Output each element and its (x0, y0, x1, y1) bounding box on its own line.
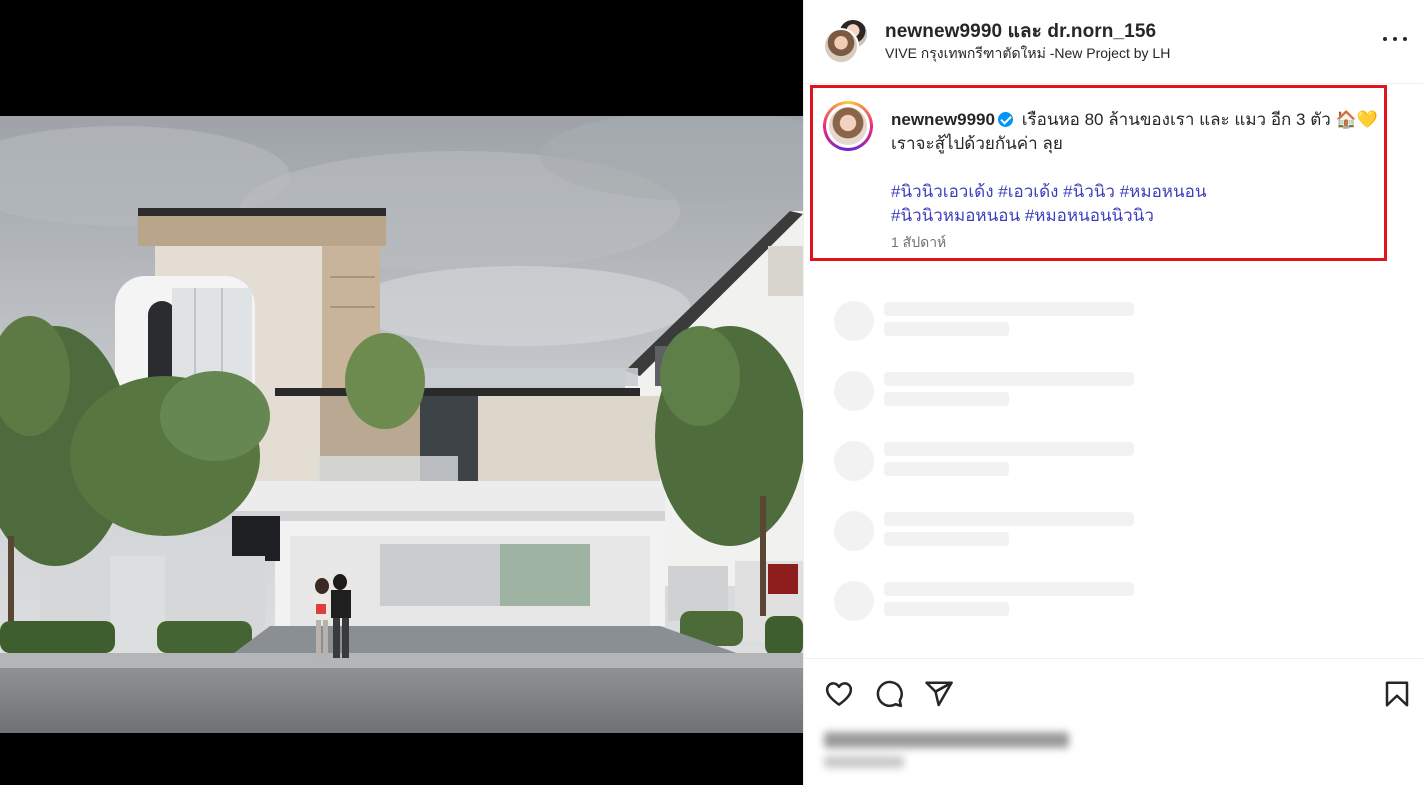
caption-highlight-box: newnew9990 เรือนหอ 80 ล้านของเรา และ แมว… (810, 85, 1387, 261)
post-sidebar: newnew9990 และ dr.norn_156 VIVE กรุงเทพก… (803, 0, 1423, 785)
caption-line-1: เรือนหอ 80 ล้านของเรา และ แมว อีก 3 ตัว (1021, 110, 1331, 129)
comment-icon (876, 680, 903, 708)
more-options-button[interactable] (1381, 24, 1409, 52)
skeleton-line (884, 442, 1134, 456)
skeleton-line (884, 322, 1009, 336)
skeleton-line (884, 372, 1134, 386)
bookmark-icon (1385, 681, 1409, 707)
skeleton-avatar (834, 441, 874, 481)
like-button[interactable] (824, 679, 854, 709)
author-link-two[interactable]: dr.norn_156 (1047, 21, 1156, 42)
hashtag-list: #นิวนิวเอวเด้ง #เอวเด้ง #นิวนิว #หมอหนอน… (891, 180, 1381, 228)
hashtag-link[interactable]: #หมอหนอน (1120, 182, 1207, 201)
share-button[interactable] (924, 679, 954, 709)
skeleton-avatar (834, 301, 874, 341)
skeleton-line (884, 582, 1134, 596)
hashtag-link[interactable]: #นิวนิว (1063, 182, 1115, 201)
hashtag-link[interactable]: #เอวเด้ง (998, 182, 1058, 201)
post-location[interactable]: VIVE กรุงเทพกรีฑาตัดใหม่ -New Project by… (885, 43, 1170, 65)
more-horizontal-icon (1383, 37, 1387, 41)
post-action-bar (804, 658, 1423, 728)
hashtag-link[interactable]: #นิวนิวเอวเด้ง (891, 182, 994, 201)
skeleton-line (884, 302, 1134, 316)
caption-username[interactable]: newnew9990 (891, 110, 995, 129)
heart-icon (825, 682, 853, 706)
hashtag-link[interactable]: #นิวนิวหมอหนอน (891, 206, 1020, 225)
skeleton-line (884, 532, 1009, 546)
skeleton-avatar (834, 581, 874, 621)
author-link-one[interactable]: newnew9990 (885, 21, 1002, 42)
more-dot (1393, 37, 1397, 41)
skeleton-avatar (834, 511, 874, 551)
post-header: newnew9990 และ dr.norn_156 VIVE กรุงเทพก… (804, 0, 1423, 84)
skeleton-line (884, 512, 1134, 526)
author-conjunction: และ (1007, 21, 1042, 42)
post-media[interactable] (0, 0, 803, 785)
save-button[interactable] (1382, 679, 1412, 709)
blurred-date-line (824, 756, 904, 768)
skeleton-line (884, 392, 1009, 406)
post-authors: newnew9990 และ dr.norn_156 (885, 16, 1156, 46)
collab-avatars[interactable] (823, 18, 869, 64)
likes-info-blurred (824, 728, 1124, 778)
hashtag-link[interactable]: #หมอหนอนนิวนิว (1025, 206, 1154, 225)
avatar-newnew[interactable] (823, 28, 859, 64)
verified-badge-icon (997, 112, 1013, 127)
avatar-image (829, 107, 867, 145)
caption-line-2: เราจะสู้ไปด้วยกันค่า ลุย (891, 134, 1063, 153)
skeleton-avatar (834, 371, 874, 411)
caption-text: newnew9990 เรือนหอ 80 ล้านของเรา และ แมว… (891, 108, 1381, 228)
yellow-heart-emoji-icon: 💛 (1356, 110, 1378, 130)
comment-button[interactable] (874, 679, 904, 709)
blurred-likes-line (824, 732, 1069, 748)
more-dot (1403, 37, 1407, 41)
house-emoji-icon: 🏠 (1335, 110, 1357, 130)
skeleton-line (884, 462, 1009, 476)
send-icon (925, 681, 953, 707)
caption-avatar[interactable] (823, 101, 873, 151)
post-photo[interactable] (0, 116, 803, 733)
post-timestamp[interactable]: 1 สัปดาห์ (891, 232, 946, 254)
skeleton-line (884, 602, 1009, 616)
